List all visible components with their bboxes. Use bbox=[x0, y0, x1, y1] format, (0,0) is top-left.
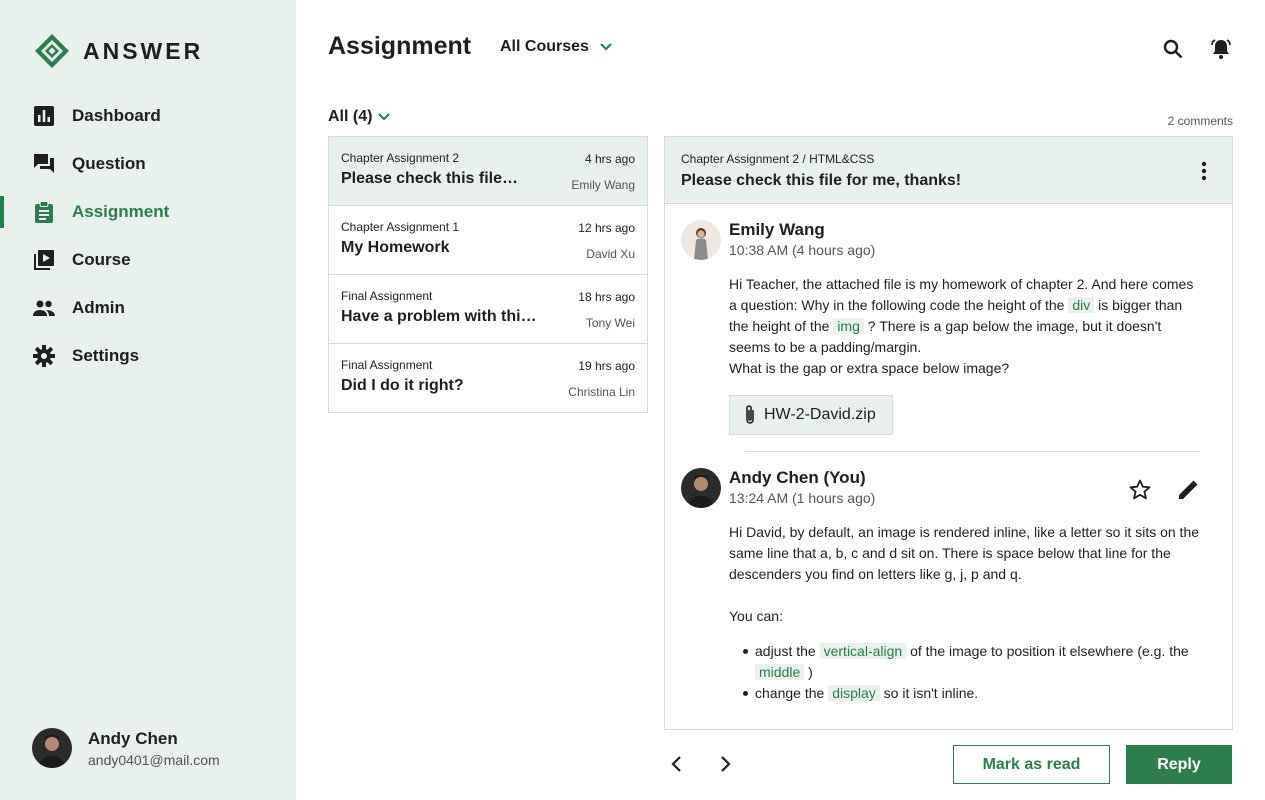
comments-count: 2 comments bbox=[1167, 114, 1233, 128]
chevron-down-icon bbox=[378, 113, 391, 121]
search-icon[interactable] bbox=[1161, 37, 1185, 61]
attachment-name: HW-2-David.zip bbox=[764, 406, 876, 423]
list-item[interactable]: Chapter Assignment 1 12 hrs ago My Homew… bbox=[329, 206, 647, 275]
status-filter-label: All (4) bbox=[328, 108, 373, 125]
list-item[interactable]: Chapter Assignment 2 4 hrs ago Please ch… bbox=[329, 137, 647, 206]
list-item[interactable]: Final Assignment 18 hrs ago Have a probl… bbox=[329, 275, 647, 344]
sidebar-item-label: Dashboard bbox=[72, 106, 161, 125]
list-item-time: 12 hrs ago bbox=[578, 221, 635, 235]
list-item-time: 4 hrs ago bbox=[584, 152, 635, 166]
logo-text: ANSWER bbox=[83, 37, 204, 64]
message: Emily Wang 10:38 AM (4 hours ago) Hi Tea… bbox=[665, 204, 1232, 452]
star-icon[interactable] bbox=[1128, 478, 1152, 502]
sidebar-item-dashboard[interactable]: Dashboard bbox=[0, 92, 296, 140]
message-text: of the image to position it elsewhere (e… bbox=[910, 643, 1189, 659]
message-author: Emily Wang bbox=[729, 220, 825, 239]
message-text: so it isn't inline. bbox=[883, 685, 979, 701]
pencil-icon[interactable] bbox=[1176, 478, 1200, 502]
inline-code: middle bbox=[755, 664, 805, 680]
bullet-list: adjust the vertical-align of the image t… bbox=[729, 641, 1201, 704]
assignment-list: Chapter Assignment 2 4 hrs ago Please ch… bbox=[328, 136, 648, 413]
list-item-author: Tony Wei bbox=[585, 316, 635, 330]
inline-code: vertical-align bbox=[819, 643, 907, 659]
sidebar-item-settings[interactable]: Settings bbox=[0, 332, 296, 380]
assignment-detail: Chapter Assignment 2 / HTML&CSS Please c… bbox=[664, 136, 1233, 730]
message-time: 10:38 AM (4 hours ago) bbox=[729, 242, 876, 258]
list-item-title: My Homework bbox=[341, 239, 450, 256]
sidebar-item-admin[interactable]: Admin bbox=[0, 284, 296, 332]
detail-title: Please check this file for me, thanks! bbox=[681, 172, 962, 189]
message-text: Hi David, by default, an image is render… bbox=[729, 524, 1200, 582]
paperclip-icon bbox=[746, 405, 754, 424]
answer-logo-icon bbox=[35, 34, 69, 68]
status-filter-dropdown[interactable]: All (4) bbox=[328, 108, 391, 126]
message-text: change the bbox=[755, 685, 825, 701]
assignment-icon bbox=[33, 201, 55, 223]
avatar bbox=[32, 728, 72, 768]
list-item: adjust the vertical-align of the image t… bbox=[743, 641, 1201, 683]
sidebar-item-label: Admin bbox=[72, 298, 125, 317]
sidebar-item-question[interactable]: Question bbox=[0, 140, 296, 188]
list-item-author: Emily Wang bbox=[571, 178, 635, 192]
message-text: What is the gap or extra space below ima… bbox=[729, 360, 1010, 376]
course-filter-dropdown[interactable]: All Courses bbox=[500, 38, 613, 56]
sidebar-item-course[interactable]: Course bbox=[0, 236, 296, 284]
inline-code: div bbox=[1068, 297, 1095, 313]
attachment-chip[interactable]: HW-2-David.zip bbox=[729, 395, 893, 435]
chevron-right-icon[interactable] bbox=[713, 752, 737, 776]
gear-icon bbox=[33, 345, 55, 367]
people-icon bbox=[33, 297, 55, 319]
message-text: You can: bbox=[729, 608, 783, 624]
message: Andy Chen (You) 13:24 AM (1 hours ago) H… bbox=[665, 452, 1232, 704]
message-body: Hi Teacher, the attached file is my home… bbox=[729, 274, 1201, 379]
sidebar-item-label: Settings bbox=[72, 346, 140, 365]
message-text: ) bbox=[808, 664, 813, 680]
breadcrumb: Chapter Assignment 2 / HTML&CSS bbox=[681, 152, 875, 166]
list-item-time: 19 hrs ago bbox=[578, 359, 635, 373]
logo[interactable]: ANSWER bbox=[34, 33, 203, 69]
sidebar-item-assignment[interactable]: Assignment bbox=[0, 188, 296, 236]
current-user[interactable]: Andy Chen andy0401@mail.com bbox=[32, 728, 220, 768]
list-item: change the display so it isn't inline. bbox=[743, 683, 1201, 704]
list-item[interactable]: Final Assignment 19 hrs ago Did I do it … bbox=[329, 344, 647, 412]
page-title: Assignment bbox=[328, 32, 472, 60]
list-item-author: David Xu bbox=[586, 247, 635, 261]
list-item-time: 18 hrs ago bbox=[578, 290, 635, 304]
message-body: Hi David, by default, an image is render… bbox=[729, 522, 1201, 704]
list-item-title: Please check this file… bbox=[341, 170, 518, 187]
bell-icon[interactable] bbox=[1209, 37, 1233, 61]
bar-chart-icon bbox=[33, 105, 55, 127]
video-library-icon bbox=[33, 249, 55, 271]
list-item-title: Have a problem with this… bbox=[341, 308, 541, 325]
avatar bbox=[681, 220, 721, 260]
list-item-author: Christina Lin bbox=[568, 385, 635, 399]
chevron-left-icon[interactable] bbox=[665, 752, 689, 776]
message-text: adjust the bbox=[755, 643, 816, 659]
course-filter-label: All Courses bbox=[500, 38, 589, 55]
inline-code: img bbox=[833, 318, 864, 334]
sidebar-item-label: Question bbox=[72, 154, 146, 173]
reply-button[interactable]: Reply bbox=[1126, 745, 1232, 784]
sidebar-nav: Dashboard Question Assignment Course Adm… bbox=[0, 92, 296, 380]
sidebar: ANSWER Dashboard Question Assignment Cou… bbox=[0, 0, 296, 800]
detail-header: Chapter Assignment 2 / HTML&CSS Please c… bbox=[665, 137, 1232, 204]
avatar bbox=[681, 468, 721, 508]
inline-code: display bbox=[828, 685, 880, 701]
mark-as-read-button[interactable]: Mark as read bbox=[953, 745, 1110, 784]
chevron-down-icon bbox=[600, 43, 612, 51]
sidebar-item-label: Assignment bbox=[72, 202, 170, 221]
user-email: andy0401@mail.com bbox=[88, 751, 220, 768]
list-item-title: Did I do it right? bbox=[341, 377, 464, 394]
forum-icon bbox=[33, 153, 55, 175]
user-name: Andy Chen bbox=[88, 728, 178, 748]
more-vert-icon[interactable] bbox=[1192, 159, 1216, 183]
sidebar-item-label: Course bbox=[72, 250, 131, 269]
message-actions bbox=[1128, 478, 1200, 502]
